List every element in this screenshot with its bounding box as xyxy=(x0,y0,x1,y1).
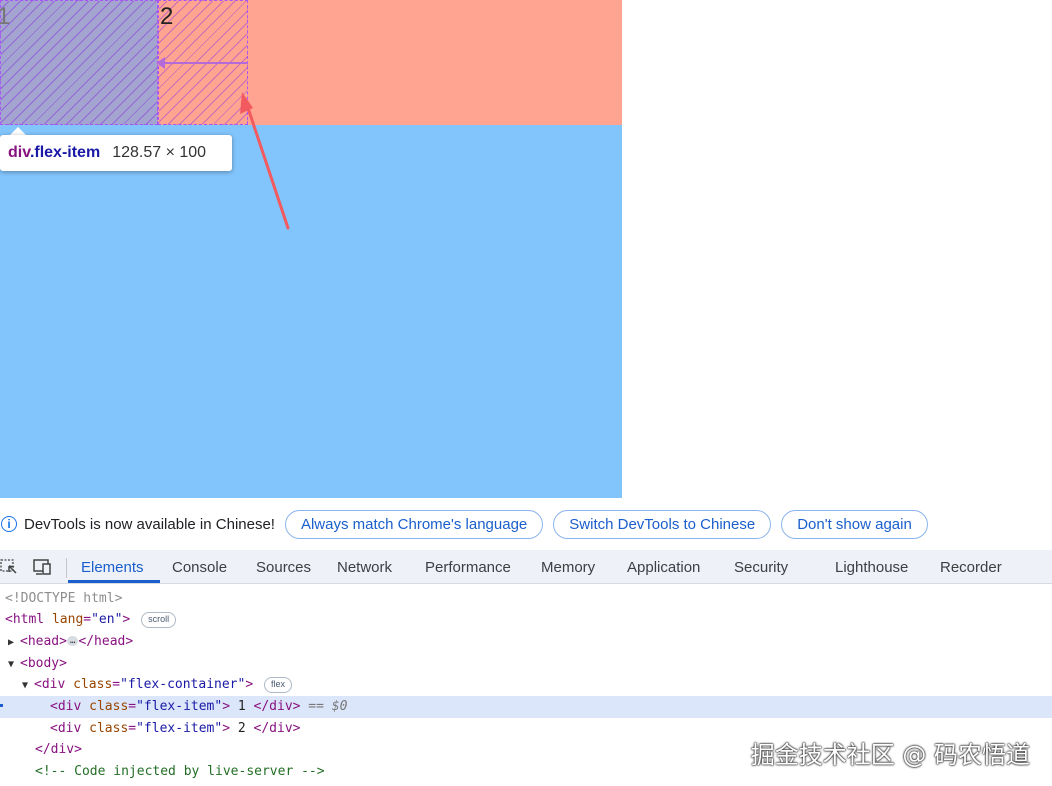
node-text: 2 xyxy=(230,721,254,736)
tree-row-head[interactable]: ▶ <head>… </head> xyxy=(0,631,1052,653)
switch-to-chinese-button[interactable]: Switch DevTools to Chinese xyxy=(553,509,772,539)
tab-lighthouse[interactable]: Lighthouse xyxy=(835,550,908,584)
tab-application[interactable]: Application xyxy=(627,550,700,584)
collapse-triangle-icon[interactable]: ▼ xyxy=(22,675,34,697)
tab-console[interactable]: Console xyxy=(172,550,227,584)
div-open-tag: <div xyxy=(50,721,82,736)
html-tag: <html xyxy=(5,612,45,627)
selected-node-ref: == $0 xyxy=(300,699,348,714)
tree-row-body[interactable]: ▼ <body> xyxy=(0,653,1052,675)
class-value: "flex-item" xyxy=(136,721,223,736)
tooltip-class-name: .flex-item xyxy=(29,144,101,161)
tooltip-dimensions: 128.57 × 100 xyxy=(112,144,207,161)
watermark: 掘金技术社区 @ 码农悟道 xyxy=(750,741,1030,769)
tooltip-tag-name: div xyxy=(8,144,30,161)
scroll-badge[interactable]: scroll xyxy=(141,612,177,628)
devtools-tab-bar: Elements Console Sources Network Perform… xyxy=(0,550,1052,584)
class-attr: class xyxy=(89,699,129,714)
collapse-triangle-icon[interactable]: ▼ xyxy=(8,654,20,676)
live-server-comment: <!-- Code injected by live-server --> xyxy=(35,764,325,779)
body-background xyxy=(0,125,622,498)
tab-divider xyxy=(66,558,67,578)
div-close-tag: </div> xyxy=(253,721,301,736)
flex-item-1-text: 1 xyxy=(0,3,11,30)
head-close-tag: </head> xyxy=(78,634,134,649)
div-close-tag: </div> xyxy=(253,699,301,714)
tab-memory[interactable]: Memory xyxy=(541,550,595,584)
infobar-message: DevTools is now available in Chinese! xyxy=(24,515,275,533)
html-lang-attr: lang xyxy=(51,612,84,627)
active-tab-indicator xyxy=(68,580,160,583)
head-open-tag: <head> xyxy=(20,634,67,649)
flex-badge[interactable]: flex xyxy=(264,677,293,693)
tab-network[interactable]: Network xyxy=(337,550,392,584)
html-lang-value: "en" xyxy=(91,612,123,627)
expand-triangle-icon[interactable]: ▶ xyxy=(8,632,20,654)
class-value: "flex-item" xyxy=(136,699,223,714)
tab-performance[interactable]: Performance xyxy=(425,550,511,584)
page-viewport: 1 2 div.flex-item 128.57 × 100 xyxy=(0,0,622,498)
node-text: 1 xyxy=(230,699,254,714)
always-match-language-button[interactable]: Always match Chrome's language xyxy=(284,509,544,539)
tree-row-html[interactable]: <html lang="en"> scroll xyxy=(0,609,1052,631)
tab-recorder[interactable]: Recorder xyxy=(940,550,1002,584)
tooltip-caret xyxy=(10,127,26,135)
tree-row-doctype[interactable]: <!DOCTYPE html> xyxy=(0,588,1052,610)
tree-row-flex-container[interactable]: ▼ <div class="flex-container"> flex xyxy=(0,674,1052,696)
tooltip-selector: div.flex-item xyxy=(8,144,100,162)
tab-security[interactable]: Security xyxy=(734,550,788,584)
inspect-element-icon[interactable] xyxy=(0,559,18,575)
collapsed-ellipsis[interactable]: … xyxy=(66,636,79,646)
class-attr: class xyxy=(73,677,113,692)
devtools-language-infobar: i DevTools is now available in Chinese! … xyxy=(0,498,1052,550)
dont-show-again-button[interactable]: Don't show again xyxy=(781,509,928,539)
body-open-tag: <body> xyxy=(20,656,67,671)
tab-sources[interactable]: Sources xyxy=(256,550,311,584)
inspect-tooltip: div.flex-item 128.57 × 100 xyxy=(0,135,232,171)
class-attr: class xyxy=(89,721,129,736)
flex-item-1[interactable]: 1 xyxy=(0,0,158,125)
device-toolbar-icon[interactable] xyxy=(33,559,51,575)
gap-indicator-arrowhead xyxy=(156,57,165,69)
info-icon: i xyxy=(1,516,17,532)
tree-row-flex-item-1[interactable]: <div class="flex-item"> 1 </div> == $0 xyxy=(0,696,1052,718)
div-open-tag: <div xyxy=(34,677,66,692)
tab-elements[interactable]: Elements xyxy=(81,550,144,584)
flex-item-2-text: 2 xyxy=(160,3,174,30)
doctype-text: <!DOCTYPE html> xyxy=(5,591,123,606)
selection-marker xyxy=(0,704,3,707)
div-close-tag: </div> xyxy=(35,742,82,757)
div-open-tag: <div xyxy=(50,699,82,714)
gap-indicator-line xyxy=(158,62,248,64)
class-value: "flex-container" xyxy=(120,677,246,692)
